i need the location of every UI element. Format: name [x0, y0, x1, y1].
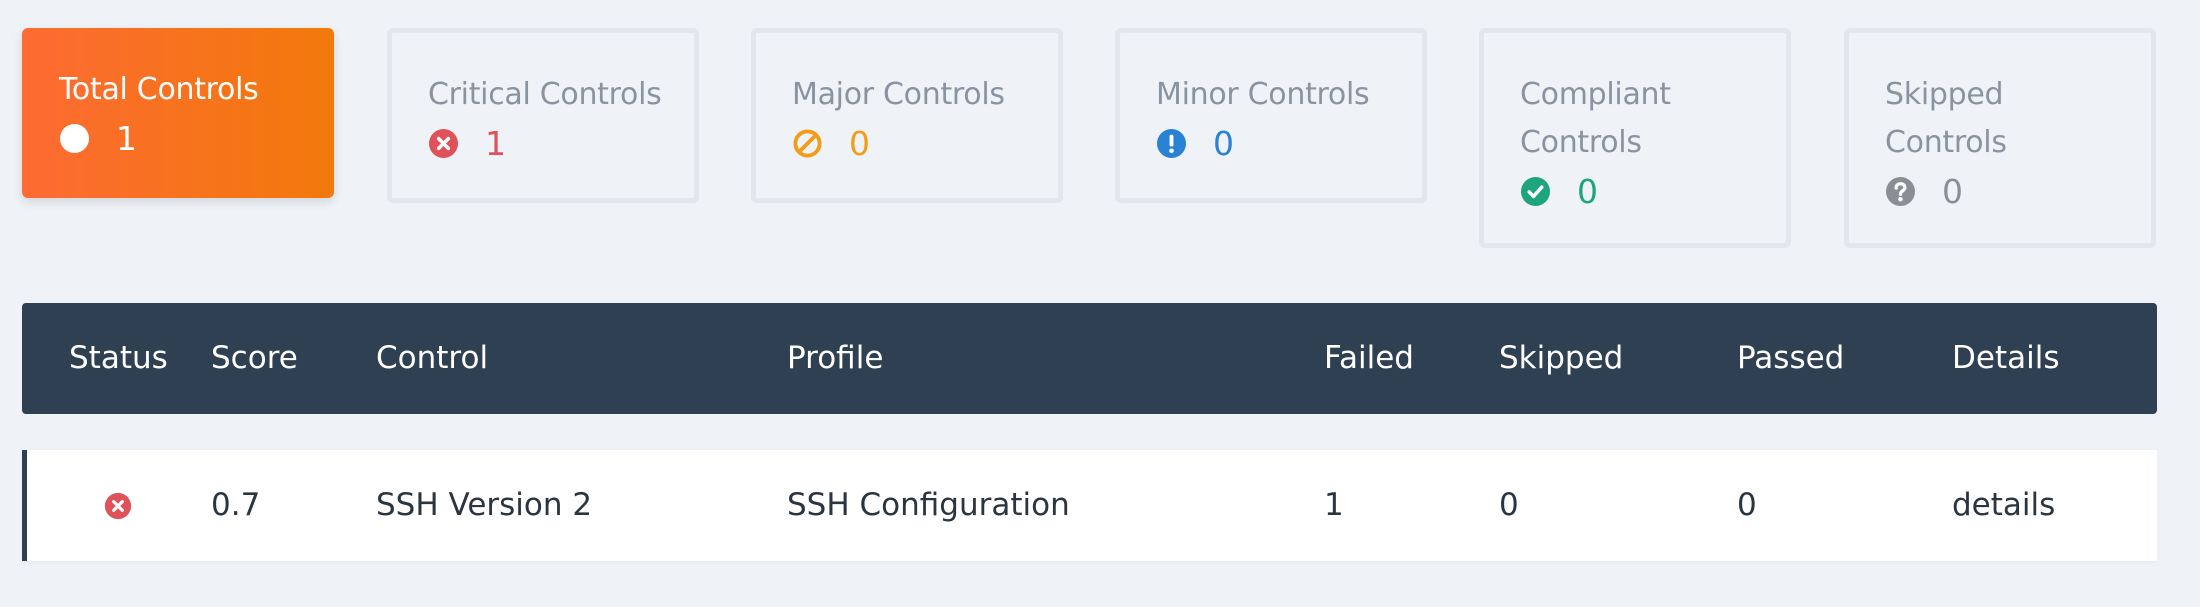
header-failed[interactable]: Failed [1324, 303, 1414, 414]
header-passed[interactable]: Passed [1737, 303, 1844, 414]
filter-total-controls[interactable]: Total Controls 1 [22, 28, 334, 198]
table-row[interactable]: 0.7 SSH Version 2 SSH Configuration 1 0 … [22, 450, 2157, 561]
row-score: 0.7 [211, 487, 261, 523]
filter-count: 1 [116, 118, 137, 158]
filter-count-row: 1 [428, 119, 694, 167]
filter-count-row: 0 [1156, 119, 1422, 167]
x-circle-icon [104, 492, 132, 520]
filter-skipped-controls[interactable]: Skipped Controls 0 [1844, 28, 2156, 248]
filter-compliant-controls[interactable]: Compliant Controls 0 [1479, 28, 1791, 248]
header-details[interactable]: Details [1952, 303, 2059, 414]
controls-table-header: Status Score Control Profile Failed Skip… [22, 303, 2157, 414]
filter-label: Skipped Controls [1885, 71, 2151, 167]
filter-count: 0 [849, 123, 870, 163]
row-control: SSH Version 2 [376, 487, 593, 523]
control-filter-bar: Total Controls 1 Critical Controls 1 Maj… [0, 0, 2200, 260]
question-circle-icon [1885, 176, 1916, 207]
header-control[interactable]: Control [376, 303, 488, 414]
exclamation-circle-icon [1156, 128, 1187, 159]
filter-minor-controls[interactable]: Minor Controls 0 [1115, 28, 1427, 203]
filter-count: 1 [485, 123, 506, 163]
details-link[interactable]: details [1952, 487, 2055, 523]
filter-critical-controls[interactable]: Critical Controls 1 [387, 28, 699, 203]
filter-count-row: 0 [1885, 167, 2151, 215]
row-failed: 1 [1324, 487, 1344, 523]
filter-label: Compliant Controls [1520, 71, 1786, 167]
row-passed: 0 [1737, 487, 1757, 523]
filter-count: 0 [1577, 171, 1598, 211]
filter-label: Critical Controls [428, 77, 662, 112]
filter-count-row: 0 [1520, 167, 1786, 215]
filter-label-line1: Skipped [1885, 77, 2004, 112]
ban-icon [792, 128, 823, 159]
check-circle-icon [1520, 176, 1551, 207]
circle-icon [59, 123, 90, 154]
header-skipped[interactable]: Skipped [1499, 303, 1623, 414]
filter-label-line2: Controls [1885, 125, 2007, 160]
header-score[interactable]: Score [211, 303, 298, 414]
filter-count-row: 1 [59, 114, 334, 162]
filter-count: 0 [1942, 171, 1963, 211]
row-profile: SSH Configuration [787, 487, 1070, 523]
x-circle-icon [428, 128, 459, 159]
filter-label-line1: Compliant [1520, 77, 1671, 112]
filter-label: Minor Controls [1156, 77, 1370, 112]
row-skipped: 0 [1499, 487, 1519, 523]
filter-major-controls[interactable]: Major Controls 0 [751, 28, 1063, 203]
filter-count-row: 0 [792, 119, 1058, 167]
row-details-cell: details [1952, 450, 2055, 561]
filter-label: Major Controls [792, 77, 1005, 112]
row-status [104, 450, 132, 561]
filter-count: 0 [1213, 123, 1234, 163]
header-profile[interactable]: Profile [787, 303, 883, 414]
filter-label-line2: Controls [1520, 125, 1642, 160]
filter-label: Total Controls [59, 72, 259, 107]
header-status[interactable]: Status [69, 303, 168, 414]
